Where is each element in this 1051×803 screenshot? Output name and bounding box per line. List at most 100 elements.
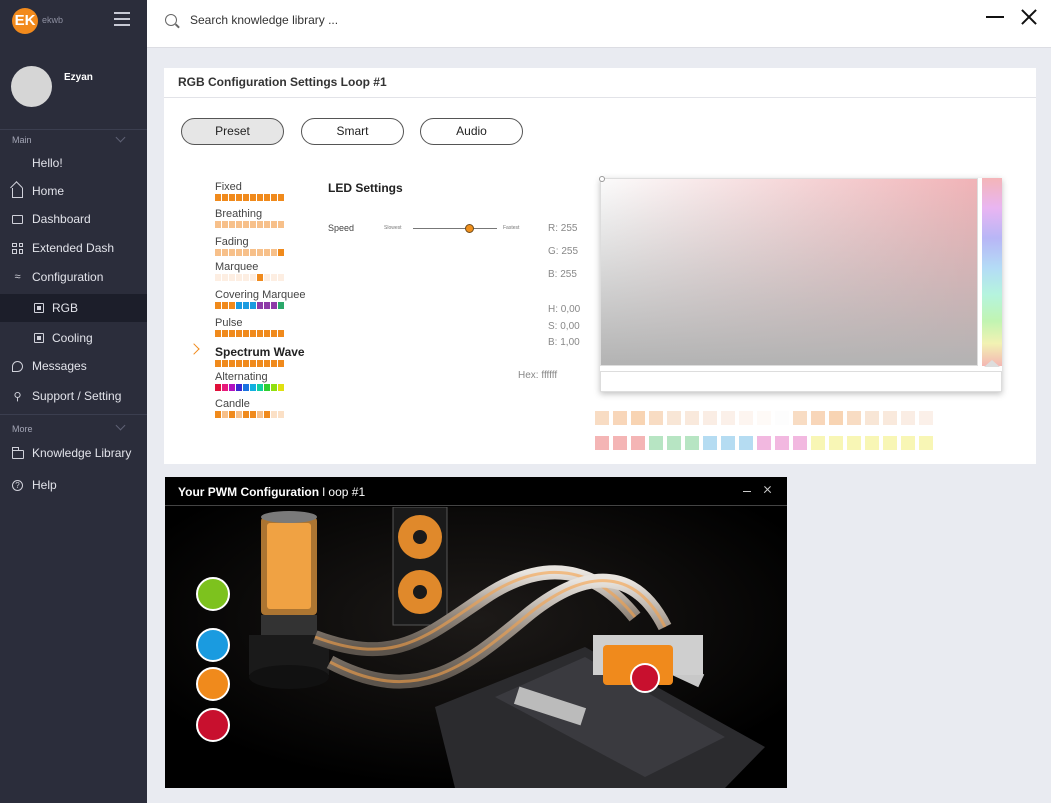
color-swatch[interactable] — [847, 411, 861, 425]
effect-led-preview — [215, 302, 306, 309]
color-swatch[interactable] — [649, 436, 663, 450]
sidebar-item-help[interactable]: ? Help — [0, 471, 147, 499]
effect-item-covering-marquee[interactable]: Covering Marquee — [215, 289, 306, 309]
color-swatch[interactable] — [865, 436, 879, 450]
reservoir-icon[interactable] — [196, 628, 230, 662]
sidebar-item-home[interactable]: Home — [0, 177, 147, 205]
color-swatch[interactable] — [703, 436, 717, 450]
color-swatch[interactable] — [829, 411, 843, 425]
color-swatch[interactable] — [685, 436, 699, 450]
saturation-value: S: 0,00 — [548, 321, 580, 332]
color-swatch[interactable] — [793, 411, 807, 425]
color-swatch[interactable] — [811, 436, 825, 450]
rgb-icon — [32, 302, 45, 315]
fastest-label: Fastest — [503, 225, 520, 231]
hue-slider[interactable] — [982, 178, 1002, 366]
effect-item-marquee[interactable]: Marquee — [215, 261, 284, 281]
color-swatch[interactable] — [631, 411, 645, 425]
sidebar-item-configuration[interactable]: ≈ Configuration — [0, 263, 147, 291]
hamburger-menu-icon[interactable] — [114, 12, 130, 26]
pwm-window-header: Your PWM Configuration l oop #1 — [165, 477, 787, 506]
pump-settings-icon[interactable] — [196, 577, 230, 611]
effect-label: Breathing — [215, 208, 263, 220]
color-swatch[interactable] — [739, 411, 753, 425]
audio-button[interactable]: Audio — [420, 118, 523, 145]
minimize-icon[interactable] — [986, 16, 1004, 18]
color-swatch[interactable] — [829, 436, 843, 450]
sidebar-item-hello[interactable]: Hello! — [0, 149, 147, 177]
color-handle[interactable] — [599, 176, 605, 182]
effect-led-preview — [215, 384, 284, 391]
ek-logo-icon[interactable]: EK — [12, 8, 38, 34]
sidebar-item-cooling[interactable]: Cooling — [0, 324, 147, 352]
color-swatch[interactable] — [631, 436, 645, 450]
color-swatch[interactable] — [721, 411, 735, 425]
chevron-down-icon[interactable] — [115, 132, 126, 143]
color-swatch[interactable] — [919, 411, 933, 425]
effect-item-pulse[interactable]: Pulse — [215, 317, 284, 337]
effect-item-spectrum-wave[interactable]: Spectrum Wave — [215, 345, 305, 367]
sidebar-item-knowledge-library[interactable]: Knowledge Library — [0, 439, 147, 467]
color-swatch[interactable] — [901, 411, 915, 425]
cpu-block-icon[interactable] — [196, 708, 230, 742]
color-swatch[interactable] — [721, 436, 735, 450]
effect-item-fixed[interactable]: Fixed — [215, 181, 284, 201]
chevron-down-icon[interactable] — [115, 420, 126, 431]
color-swatch[interactable] — [613, 436, 627, 450]
sidebar-item-label: Knowledge Library — [32, 446, 132, 460]
swatch-row — [595, 436, 933, 450]
color-swatch[interactable] — [739, 436, 753, 450]
sidebar-item-label: Support / Setting — [32, 389, 122, 403]
color-swatch[interactable] — [793, 436, 807, 450]
speed-slider-track[interactable] — [413, 228, 497, 229]
color-swatch[interactable] — [595, 436, 609, 450]
close-icon[interactable] — [1019, 8, 1037, 26]
search-input[interactable] — [190, 13, 490, 27]
color-swatch[interactable] — [883, 436, 897, 450]
color-swatch[interactable] — [703, 411, 717, 425]
avatar[interactable] — [11, 66, 52, 107]
effect-item-candle[interactable]: Candle — [215, 398, 284, 418]
sidebar-item-label: Extended Dash — [32, 241, 115, 255]
color-swatch[interactable] — [847, 436, 861, 450]
sidebar-item-support-setting[interactable]: ⚲ Support / Setting — [0, 382, 147, 410]
color-swatch[interactable] — [883, 411, 897, 425]
speed-slider-thumb[interactable] — [465, 224, 474, 233]
sidebar-item-label: Help — [32, 478, 57, 492]
effect-item-fading[interactable]: Fading — [215, 236, 284, 256]
color-swatch[interactable] — [919, 436, 933, 450]
color-swatch[interactable] — [649, 411, 663, 425]
effect-led-preview — [215, 330, 284, 337]
led-settings-title: LED Settings — [328, 181, 403, 195]
logo-text: ekwb — [42, 15, 64, 25]
sidebar-item-extended-dash[interactable]: Extended Dash — [0, 234, 147, 262]
color-saturation-field[interactable] — [600, 178, 978, 366]
color-swatch[interactable] — [775, 436, 789, 450]
effect-item-alternating[interactable]: Alternating — [215, 371, 284, 391]
grid-icon — [11, 242, 24, 255]
sidebar-item-rgb[interactable]: RGB — [0, 294, 147, 322]
minimize-icon[interactable] — [743, 491, 751, 492]
color-swatch[interactable] — [613, 411, 627, 425]
hue-pointer-icon[interactable] — [984, 360, 1000, 367]
color-swatch[interactable] — [595, 411, 609, 425]
color-swatch[interactable] — [811, 411, 825, 425]
color-swatch[interactable] — [757, 411, 771, 425]
color-swatch[interactable] — [775, 411, 789, 425]
color-swatch[interactable] — [901, 436, 915, 450]
sidebar-item-messages[interactable]: Messages — [0, 352, 147, 380]
smart-button[interactable]: Smart — [301, 118, 404, 145]
preset-button[interactable]: Preset — [181, 118, 284, 145]
message-icon — [11, 360, 24, 373]
radiator-icon[interactable] — [196, 667, 230, 701]
color-swatch[interactable] — [757, 436, 771, 450]
color-swatch[interactable] — [685, 411, 699, 425]
close-icon[interactable] — [763, 486, 771, 494]
color-swatch[interactable] — [667, 436, 681, 450]
effect-label: Spectrum Wave — [215, 345, 305, 359]
effect-item-breathing[interactable]: Breathing — [215, 208, 284, 228]
sidebar-item-dashboard[interactable]: Dashboard — [0, 205, 147, 233]
color-swatch[interactable] — [865, 411, 879, 425]
color-swatch[interactable] — [667, 411, 681, 425]
search-icon[interactable] — [165, 14, 177, 26]
